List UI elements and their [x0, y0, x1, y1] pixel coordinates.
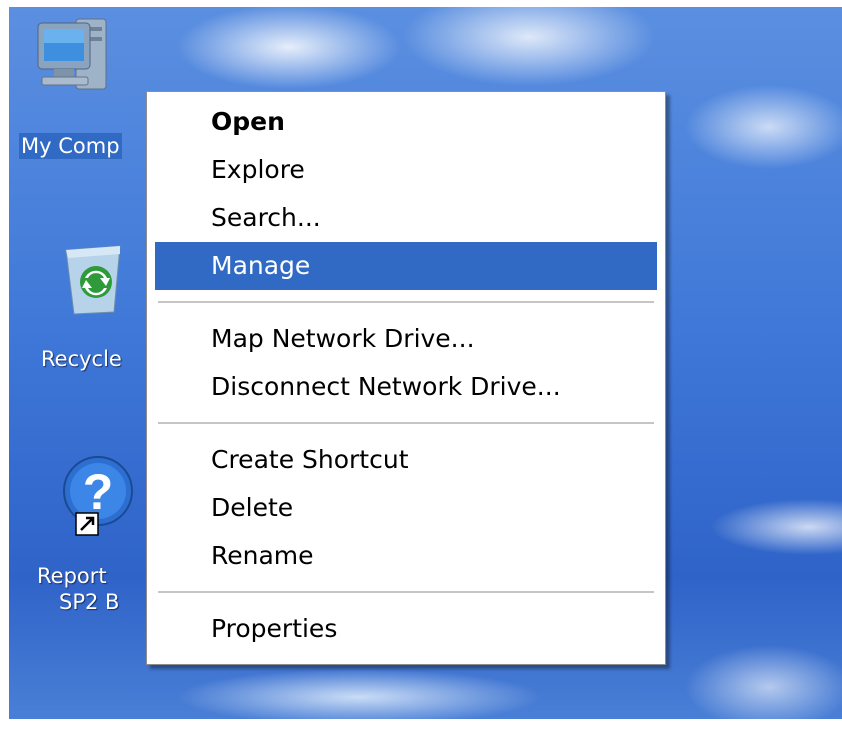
menu-item-manage[interactable]: Manage: [155, 242, 657, 290]
menu-item-map-network-drive[interactable]: Map Network Drive...: [155, 315, 657, 363]
menu-item-disconnect-network-drive[interactable]: Disconnect Network Drive...: [155, 363, 657, 411]
desktop-icon-my-computer[interactable]: My Comp: [9, 13, 139, 159]
my-computer-icon: [37, 18, 107, 90]
menu-item-search[interactable]: Search...: [155, 194, 657, 242]
menu-item-properties[interactable]: Properties: [155, 605, 657, 653]
recycle-bin-icon: [65, 245, 121, 315]
icon-label-recycle-bin: Recycle: [41, 347, 122, 371]
menu-separator: [158, 301, 654, 304]
menu-separator: [158, 422, 654, 425]
menu-separator: [158, 591, 654, 594]
svg-text:?: ?: [83, 464, 114, 520]
help-icon: ?: [63, 456, 133, 536]
menu-item-open[interactable]: Open: [155, 98, 657, 146]
menu-item-delete[interactable]: Delete: [155, 484, 657, 532]
context-menu: Open Explore Search... Manage Map Networ…: [146, 91, 666, 665]
desktop-icon-report[interactable]: ? Report SP2 B: [21, 447, 151, 614]
menu-item-rename[interactable]: Rename: [155, 532, 657, 580]
desktop-icon-recycle-bin[interactable]: Recycle: [21, 232, 151, 371]
menu-item-explore[interactable]: Explore: [155, 146, 657, 194]
icon-label-my-computer: My Comp: [19, 133, 122, 159]
icon-label-report: Report SP2 B: [37, 564, 120, 614]
desktop[interactable]: My Comp Recycle ? Report SP2 B Open Expl…: [9, 7, 842, 719]
menu-item-create-shortcut[interactable]: Create Shortcut: [155, 436, 657, 484]
